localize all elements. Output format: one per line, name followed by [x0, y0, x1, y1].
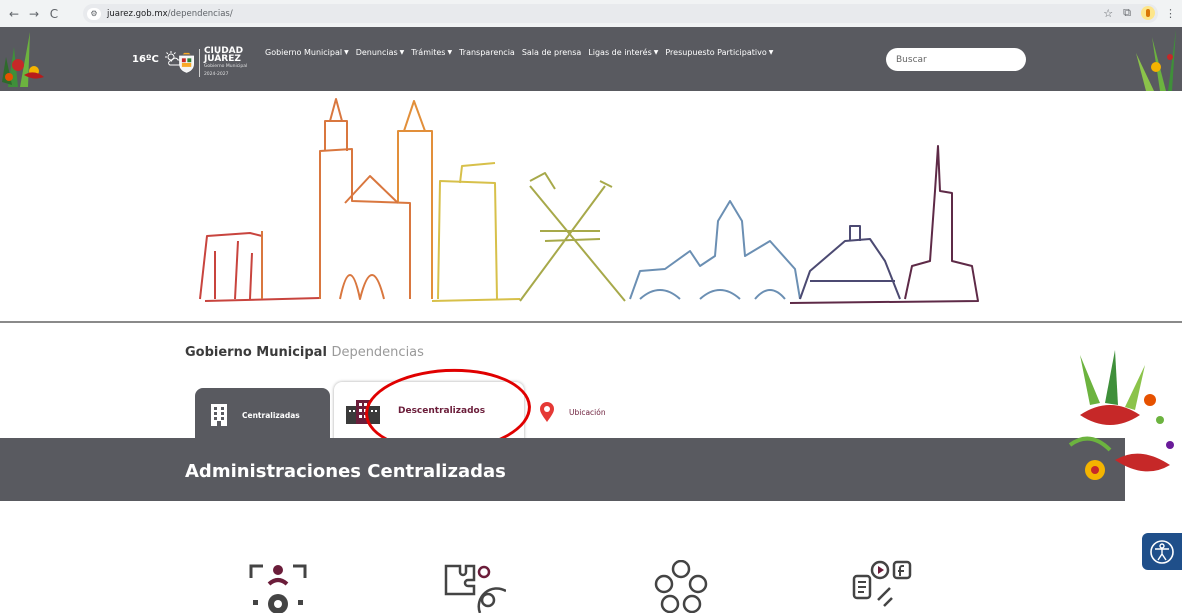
menu-gobierno-municipal[interactable]: Gobierno Municipal ▼ — [265, 48, 349, 57]
tab-centralizadas[interactable]: Centralizadas — [195, 388, 330, 442]
caret-down-icon: ▼ — [399, 49, 405, 56]
menu-label: Denuncias — [355, 48, 398, 57]
menu-ligas-de-interes[interactable]: Ligas de interés ▼ — [588, 48, 658, 57]
breadcrumb: Gobierno Municipal Dependencias — [185, 345, 424, 360]
menu-label: Transparencia — [459, 48, 515, 57]
logo-divider — [199, 49, 200, 77]
caret-down-icon: ▼ — [768, 49, 774, 56]
temperature-label: 16ºC — [132, 53, 159, 65]
menu-transparencia[interactable]: Transparencia — [459, 48, 515, 57]
caret-down-icon: ▼ — [447, 49, 453, 56]
office-building-icon — [346, 400, 380, 424]
ciudad-juarez-logo[interactable]: CIUDAD JUÁREZ Gobierno Municipal 2024-20… — [178, 45, 258, 81]
browser-actions: ☆ ⧉ ⋮ — [1103, 6, 1176, 20]
tab-label: Descentralizados — [398, 406, 486, 416]
profile-avatar[interactable] — [1141, 6, 1155, 20]
menu-tramites[interactable]: Trámites ▼ — [411, 48, 452, 57]
tab-descentralizados[interactable]: Descentralizados — [334, 382, 524, 440]
url-host: juarez.gob.mx — [107, 8, 168, 19]
section-banner — [0, 438, 1125, 501]
main-menu: Gobierno Municipal ▼ Denuncias ▼ Trámites ▼… — [265, 48, 773, 57]
accessibility-button[interactable] — [1142, 533, 1182, 570]
accessibility-icon — [1150, 539, 1174, 564]
menu-label: Sala de prensa — [521, 48, 582, 57]
tab-label: Ubicación — [569, 407, 606, 417]
menu-label: Ligas de interés — [588, 48, 652, 57]
map-pin-icon — [540, 402, 554, 422]
floral-decor-right-icon — [1136, 29, 1176, 91]
puzzle-gear-icon[interactable] — [440, 560, 506, 613]
floral-decor-side-icon — [1068, 350, 1174, 480]
dependency-icons-row — [0, 560, 1182, 613]
browser-toolbar: ← → C ⚙ juarez.gob.mx/dependencias/ ☆ ⧉ … — [0, 0, 1182, 27]
url-text: juarez.gob.mx/dependencias/ — [107, 9, 233, 19]
address-bar[interactable]: ⚙ juarez.gob.mx/dependencias/ — [83, 4, 1158, 23]
logo-name-text: JUÁREZ — [203, 54, 241, 64]
reload-icon[interactable]: C — [46, 6, 62, 22]
social-media-icon[interactable] — [848, 560, 914, 613]
network-circles-icon[interactable] — [648, 560, 714, 613]
caret-down-icon: ▼ — [344, 49, 349, 56]
back-arrow-icon[interactable]: ← — [6, 6, 22, 22]
bookmark-star-icon[interactable]: ☆ — [1103, 7, 1113, 20]
site-info-icon[interactable]: ⚙ — [87, 7, 101, 20]
menu-presupuesto-participativo[interactable]: Presupuesto Participativo ▼ — [665, 48, 773, 57]
menu-label: Gobierno Municipal — [265, 48, 343, 57]
menu-label: Trámites — [411, 48, 446, 57]
search-input[interactable] — [886, 48, 1026, 71]
menu-label: Presupuesto Participativo — [665, 48, 767, 57]
menu-sala-de-prensa[interactable]: Sala de prensa — [522, 48, 581, 57]
breadcrumb-parent[interactable]: Gobierno Municipal — [185, 345, 327, 360]
logo-admin-text: Gobierno Municipal 2024-2027 — [203, 64, 248, 77]
logo-wordmark: CIUDAD JUÁREZ Gobierno Municipal 2024-20… — [204, 47, 258, 79]
management-gear-icon[interactable] — [245, 560, 311, 613]
section-divider — [0, 321, 1182, 323]
tab-ubicacion[interactable]: Ubicación — [529, 382, 649, 442]
menu-kebab-icon[interactable]: ⋮ — [1165, 7, 1176, 20]
breadcrumb-current: Dependencias — [331, 345, 424, 360]
building-icon — [211, 404, 227, 426]
section-title: Administraciones Centralizadas — [185, 461, 506, 482]
menu-denuncias[interactable]: Denuncias ▼ — [356, 48, 405, 57]
caret-down-icon: ▼ — [653, 49, 659, 56]
forward-arrow-icon[interactable]: → — [26, 6, 42, 22]
weather-widget: 16ºC — [132, 51, 182, 67]
tab-label: Centralizadas — [242, 410, 300, 420]
url-path: /dependencias/ — [167, 8, 233, 19]
skyline-illustration — [199, 98, 979, 304]
floral-decor-left-icon — [2, 32, 44, 87]
site-header: 16ºC CIUDAD JUÁREZ Gobierno Municipal 20… — [0, 27, 1182, 91]
extensions-icon[interactable]: ⧉ — [1123, 6, 1131, 20]
city-seal-icon — [179, 52, 194, 73]
